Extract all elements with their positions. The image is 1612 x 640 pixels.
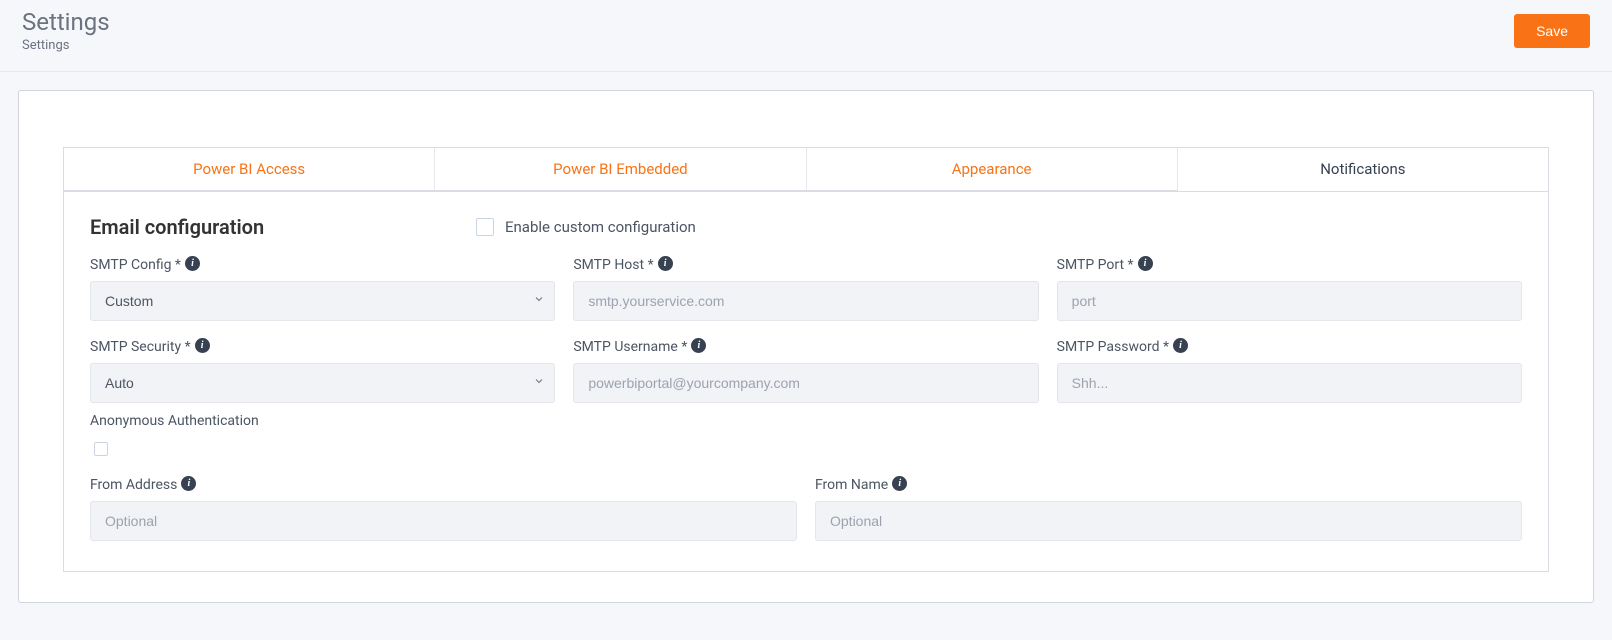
save-button[interactable]: Save	[1514, 14, 1590, 48]
tab-notifications[interactable]: Notifications	[1178, 148, 1548, 191]
settings-card: Power BI Access Power BI Embedded Appear…	[18, 90, 1594, 603]
label-smtp-username: SMTP Username * i	[573, 339, 1038, 355]
field-smtp-host: SMTP Host * i	[573, 257, 1038, 321]
field-smtp-username: SMTP Username * i	[573, 339, 1038, 403]
label-smtp-port-text: SMTP Port *	[1057, 257, 1134, 273]
page-title: Settings	[22, 8, 110, 36]
label-from-name: From Name i	[815, 477, 1522, 493]
tabs: Power BI Access Power BI Embedded Appear…	[63, 147, 1549, 192]
input-smtp-password[interactable]	[1057, 363, 1522, 403]
enable-custom-config-label: Enable custom configuration	[505, 218, 696, 236]
tab-appearance[interactable]: Appearance	[807, 148, 1178, 191]
from-grid: From Address i From Name i	[90, 477, 1522, 541]
label-from-address-text: From Address	[90, 477, 177, 493]
breadcrumb: Settings	[22, 38, 110, 53]
select-smtp-config[interactable]: Custom	[90, 281, 555, 321]
label-smtp-host-text: SMTP Host *	[573, 257, 653, 273]
label-smtp-username-text: SMTP Username *	[573, 339, 687, 355]
field-smtp-password: SMTP Password * i	[1057, 339, 1522, 403]
info-icon[interactable]: i	[185, 256, 200, 271]
tab-power-bi-embedded[interactable]: Power BI Embedded	[435, 148, 806, 191]
info-icon[interactable]: i	[195, 338, 210, 353]
label-smtp-security: SMTP Security * i	[90, 339, 555, 355]
label-anon-auth: Anonymous Authentication	[90, 413, 1522, 429]
field-anon-auth: Anonymous Authentication	[90, 413, 1522, 463]
label-smtp-password: SMTP Password * i	[1057, 339, 1522, 355]
info-icon[interactable]: i	[1173, 338, 1188, 353]
input-smtp-host[interactable]	[573, 281, 1038, 321]
info-icon[interactable]: i	[892, 476, 907, 491]
enable-custom-config-checkbox[interactable]	[476, 218, 494, 236]
info-icon[interactable]: i	[1138, 256, 1153, 271]
tab-power-bi-access[interactable]: Power BI Access	[64, 148, 435, 191]
section-header-row: Email configuration Enable custom config…	[90, 215, 1522, 239]
input-smtp-port[interactable]	[1057, 281, 1522, 321]
label-smtp-security-text: SMTP Security *	[90, 339, 191, 355]
label-smtp-port: SMTP Port * i	[1057, 257, 1522, 273]
info-icon[interactable]: i	[658, 256, 673, 271]
page-titles: Settings Settings	[22, 8, 110, 53]
input-from-name[interactable]	[815, 501, 1522, 541]
field-smtp-port: SMTP Port * i	[1057, 257, 1522, 321]
label-smtp-host: SMTP Host * i	[573, 257, 1038, 273]
smtp-grid-1: SMTP Config * i Custom SMTP Host	[90, 257, 1522, 403]
field-from-name: From Name i	[815, 477, 1522, 541]
content: Power BI Access Power BI Embedded Appear…	[0, 72, 1612, 621]
enable-custom-config-row[interactable]: Enable custom configuration	[472, 215, 696, 239]
select-smtp-security-wrap: Auto	[90, 363, 555, 403]
label-smtp-config-text: SMTP Config *	[90, 257, 181, 273]
field-from-address: From Address i	[90, 477, 797, 541]
input-smtp-username[interactable]	[573, 363, 1038, 403]
input-from-address[interactable]	[90, 501, 797, 541]
label-from-address: From Address i	[90, 477, 797, 493]
label-smtp-config: SMTP Config * i	[90, 257, 555, 273]
info-icon[interactable]: i	[691, 338, 706, 353]
select-smtp-config-wrap: Custom	[90, 281, 555, 321]
tab-panel-notifications: Email configuration Enable custom config…	[63, 191, 1549, 572]
select-smtp-security[interactable]: Auto	[90, 363, 555, 403]
field-smtp-config: SMTP Config * i Custom	[90, 257, 555, 321]
label-smtp-password-text: SMTP Password *	[1057, 339, 1169, 355]
label-from-name-text: From Name	[815, 477, 888, 493]
page-header: Settings Settings Save	[0, 0, 1612, 72]
info-icon[interactable]: i	[181, 476, 196, 491]
field-smtp-security: SMTP Security * i Auto	[90, 339, 555, 403]
section-title: Email configuration	[90, 215, 432, 239]
checkbox-anon-auth[interactable]	[94, 442, 108, 456]
